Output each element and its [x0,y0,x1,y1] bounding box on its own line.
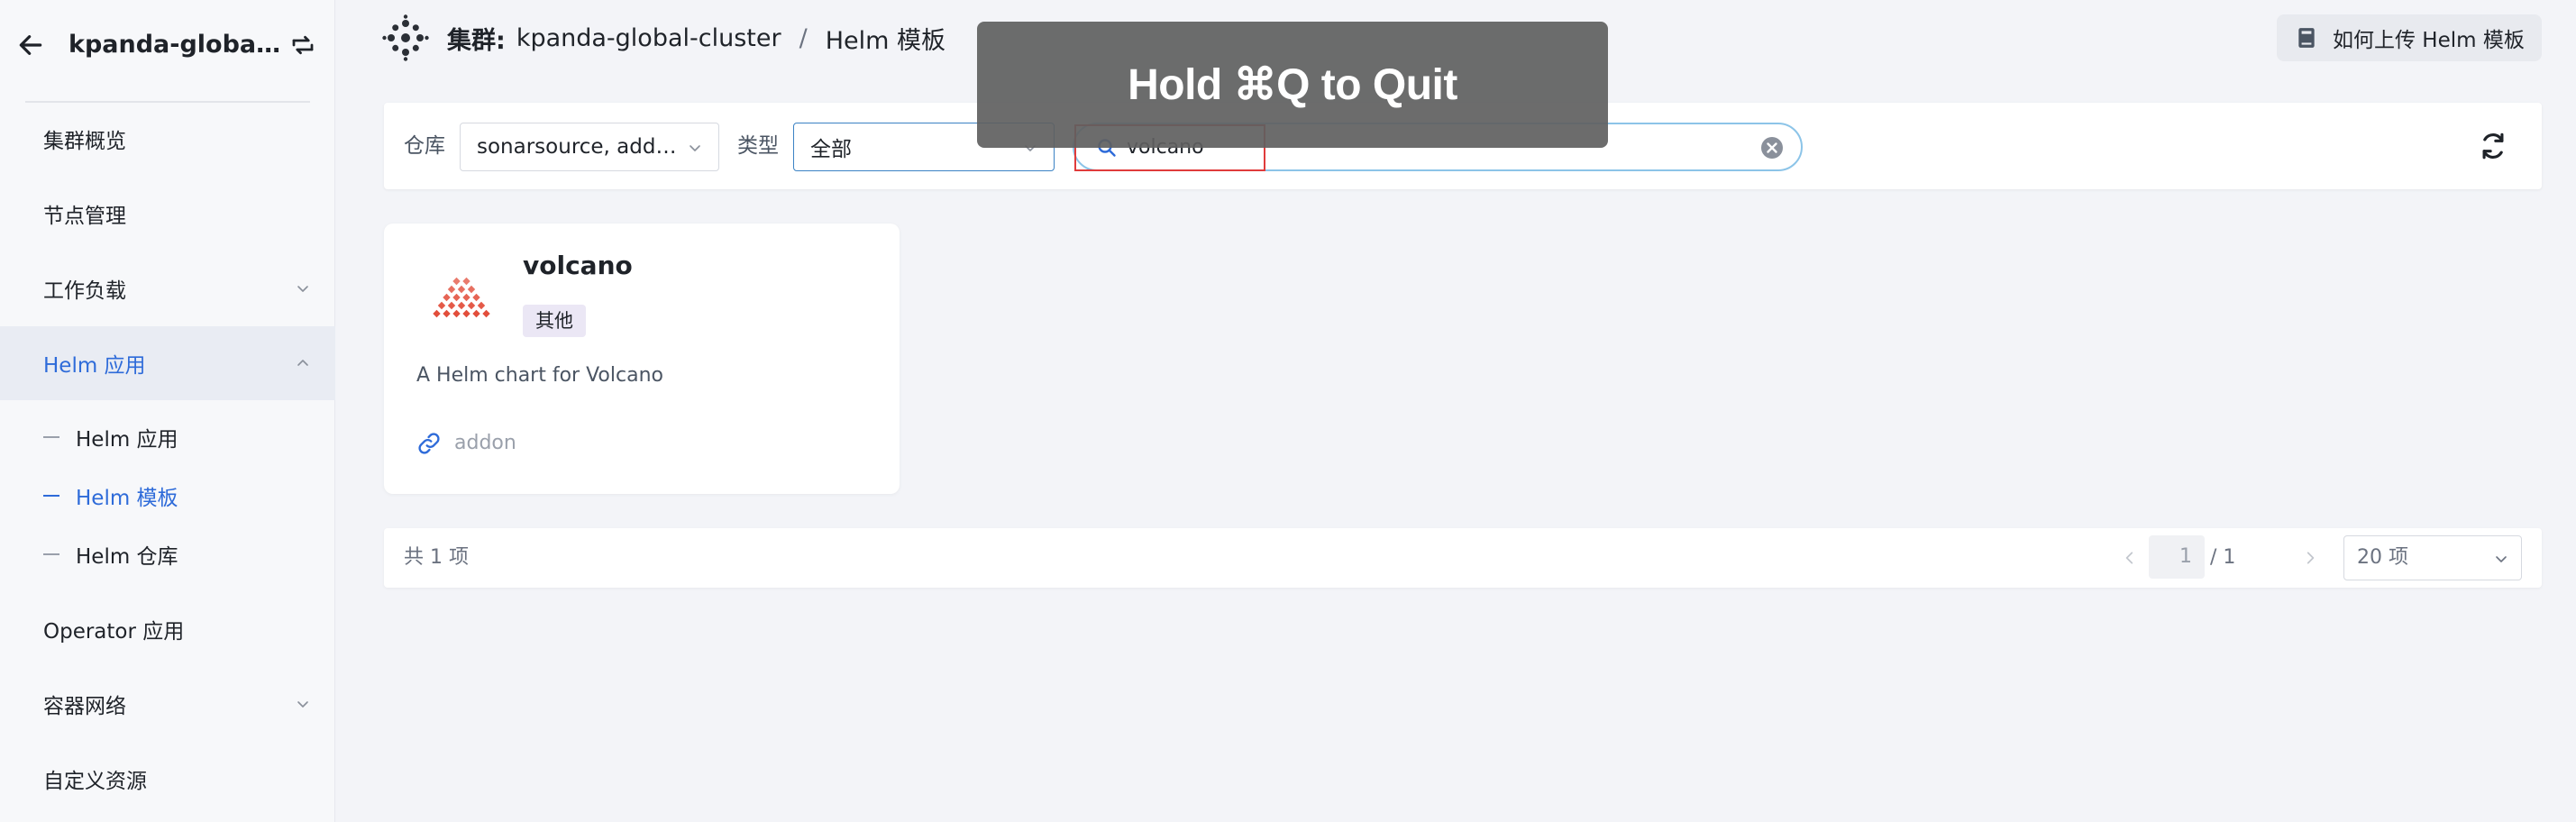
sidebar: kpanda-global-cl... 集群概览 节点管理 工作负载 Helm … [0,0,335,822]
book-icon [2298,28,2315,48]
sidebar-item-cluster-overview[interactable]: 集群概览 [0,102,335,176]
breadcrumb-current-page: Helm 模板 [825,26,946,55]
page-size-select[interactable]: 20 项 [2343,535,2522,580]
sidebar-item-node-management[interactable]: 节点管理 [0,177,335,251]
upload-guide-label: 如何上传 Helm 模板 [2333,29,2525,52]
pagination-bar: 共 1 项 1 / 1 20 项 [384,528,2542,588]
sidebar-subitem-helm-templates[interactable]: Helm 模板 [0,467,335,525]
sidebar-item-operator-apps[interactable]: Operator 应用 [0,592,335,666]
sidebar-subitem-helm-repos[interactable]: Helm 仓库 [0,525,335,583]
template-category-badge: 其他 [523,305,586,337]
page-size-value: 20 项 [2357,546,2408,569]
template-card-repo: addon [454,432,516,454]
sidebar-item-custom-resources[interactable]: 自定义资源 [0,742,335,816]
chevron-up-icon [297,360,308,366]
link-icon [418,433,440,454]
breadcrumb-cluster-name[interactable]: kpanda-global-cluster [516,24,781,52]
next-page-button[interactable] [2297,544,2324,571]
sidebar-item-helm-apps[interactable]: Helm 应用 [0,326,335,400]
repo-select-value: sonarsource, addo... [477,135,689,159]
repo-select[interactable]: sonarsource, addo... [460,123,719,171]
type-select-value: 全部 [810,138,852,161]
chevron-down-icon [2496,556,2507,562]
sidebar-item-label: 节点管理 [43,205,126,228]
sidebar-item-label: 容器网络 [43,695,126,718]
cluster-icon [382,14,429,61]
breadcrumb-separator: / [799,23,808,52]
sidebar-item-workloads[interactable]: 工作负载 [0,251,335,325]
refresh-button[interactable] [2475,128,2511,164]
sidebar-item-label: 自定义资源 [43,770,147,793]
switch-cluster-button[interactable] [285,27,321,63]
chevron-down-icon [690,145,700,151]
sidebar-item-container-network[interactable]: 容器网络 [0,667,335,741]
chevron-left-icon [2125,552,2133,564]
upload-guide-button[interactable]: 如何上传 Helm 模板 [2277,14,2542,61]
sidebar-subitem-label: Helm 模板 [76,487,178,510]
subitem-dash [43,553,59,555]
chevron-down-icon [297,286,308,292]
sidebar-subitem-label: Helm 仓库 [76,545,178,569]
type-label: 类型 [737,134,779,158]
template-card[interactable]: volcano 其他 A Helm chart for Volcano addo… [384,224,900,494]
sidebar-item-label: Helm 应用 [43,354,146,378]
sidebar-subitem-label: Helm 应用 [76,428,178,452]
breadcrumb: 集群: kpanda-global-cluster / Helm 模板 [382,14,945,61]
chevron-right-icon [2307,552,2315,564]
subitem-dash [43,436,59,438]
sidebar-subitem-helm-apps[interactable]: Helm 应用 [0,408,335,466]
arrow-left-icon [19,35,42,55]
refresh-icon [2482,132,2504,160]
template-card-description: A Helm chart for Volcano [416,364,663,387]
quit-overlay: Hold ⌘Q to Quit [977,22,1608,148]
page-number-input[interactable]: 1 [2149,535,2205,579]
prev-page-button[interactable] [2116,544,2143,571]
sidebar-item-label: 集群概览 [43,130,126,153]
sidebar-item-label: Operator 应用 [43,620,185,644]
page-total: / 1 [2210,546,2236,569]
repo-label: 仓库 [404,134,445,158]
sidebar-item-label: 工作负载 [43,279,126,303]
cluster-title: kpanda-global-cl... [69,31,281,59]
chevron-down-icon [297,701,308,708]
volcano-logo-icon [433,277,490,318]
template-card-title: volcano [523,251,633,280]
clear-icon[interactable] [1759,135,1785,160]
breadcrumb-cluster-label: 集群: [447,26,506,55]
total-count: 共 1 项 [404,546,469,569]
subitem-dash [43,495,59,497]
back-button[interactable] [13,27,49,63]
swap-icon [292,35,314,55]
sidebar-header: kpanda-global-cl... [0,0,335,99]
quit-overlay-text: Hold ⌘Q to Quit [1128,61,1457,109]
